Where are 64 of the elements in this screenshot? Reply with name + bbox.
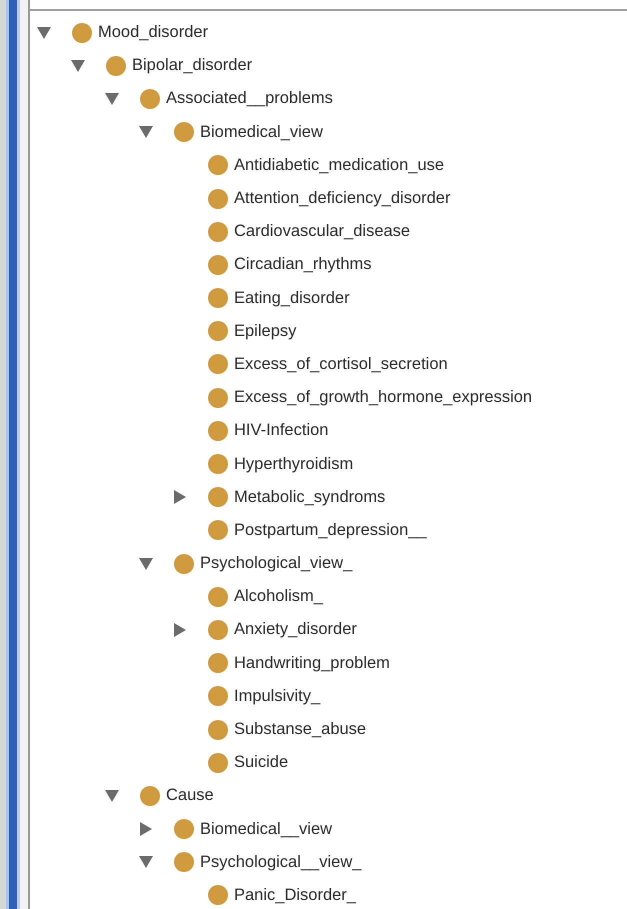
tree-item[interactable]: Bipolar_disorder [132,56,252,76]
tree-item[interactable]: Cause [166,786,214,806]
tree-item[interactable]: Attention_deficiency_disorder [234,189,450,208]
tree-item[interactable]: Excess_of_growth_hormone_expression [234,388,532,408]
tree-item[interactable]: Anxiety_disorder [234,620,357,640]
class-icon [174,852,194,872]
expanded-arrow-icon[interactable] [139,126,153,138]
tree-item[interactable]: Excess_of_cortisol_secretion [234,354,448,374]
class-icon [72,22,92,43]
tree-item[interactable]: Cardiovascular_disease [234,222,410,242]
class-icon [174,554,194,574]
class-icon [174,122,194,142]
class-icon [208,288,228,308]
class-icon [208,720,228,740]
tree-item[interactable]: Mood_disorder [98,23,208,42]
tree-item[interactable]: Biomedical__view [200,820,332,839]
tree-item[interactable]: Postpartum_depression__ [234,520,427,540]
collapsed-arrow-icon[interactable] [174,622,186,637]
class-icon [208,222,228,242]
tree-item[interactable]: Impulsivity_ [234,686,320,706]
expanded-arrow-icon[interactable] [105,92,119,105]
tree-item[interactable]: Associated__problems [166,89,333,108]
class-icon [208,520,228,540]
expanded-arrow-icon[interactable] [37,26,51,39]
tree-item[interactable]: Substanse_abuse [234,720,366,740]
tree-item[interactable]: Psychological__view_ [200,852,362,872]
class-icon [208,420,228,441]
tree-item[interactable]: Antidiabetic_medication_use [234,156,444,175]
expanded-arrow-icon[interactable] [105,790,119,802]
tree-item[interactable]: Epilepsy [234,322,296,341]
class-icon [106,56,126,76]
expanded-arrow-icon[interactable] [71,60,85,72]
expanded-arrow-icon[interactable] [139,856,153,868]
class-icon [208,188,228,209]
collapsed-arrow-icon[interactable] [140,822,152,836]
tree-item[interactable]: Alcoholism_ [234,587,323,606]
collapsed-arrow-icon[interactable] [174,490,186,504]
class-icon [208,586,228,607]
class-icon [208,254,228,275]
class-icon [208,653,228,674]
tree-item[interactable]: Circadian_rhythms [234,255,372,274]
tree-item[interactable]: Biomedical_view [200,122,323,142]
class-icon [174,819,194,840]
class-icon [208,354,228,374]
tree-item[interactable]: HIV-Infection [234,421,328,440]
class-icon [140,786,160,806]
class-icon [208,752,228,773]
class-icon [208,321,228,342]
tree-item[interactable]: Psychological_view_ [200,554,352,574]
class-icon [208,686,228,706]
tree-item[interactable]: Suicide [234,753,288,772]
class-icon [208,155,228,176]
class-icon [208,885,228,906]
tree-item[interactable]: Panic_Disorder_ [234,886,356,905]
tree-item[interactable]: Metabolic_syndroms [234,488,386,507]
tree-item[interactable]: Hyperthyroidism [234,454,354,474]
class-icon [208,388,228,408]
class-icon [208,454,228,474]
expanded-arrow-icon[interactable] [139,558,153,570]
tree-item[interactable]: Eating_disorder [234,288,350,308]
class-icon [208,487,228,508]
class-icon [208,620,228,640]
class-icon [140,88,160,109]
tree-item[interactable]: Handwriting_problem [234,654,390,673]
